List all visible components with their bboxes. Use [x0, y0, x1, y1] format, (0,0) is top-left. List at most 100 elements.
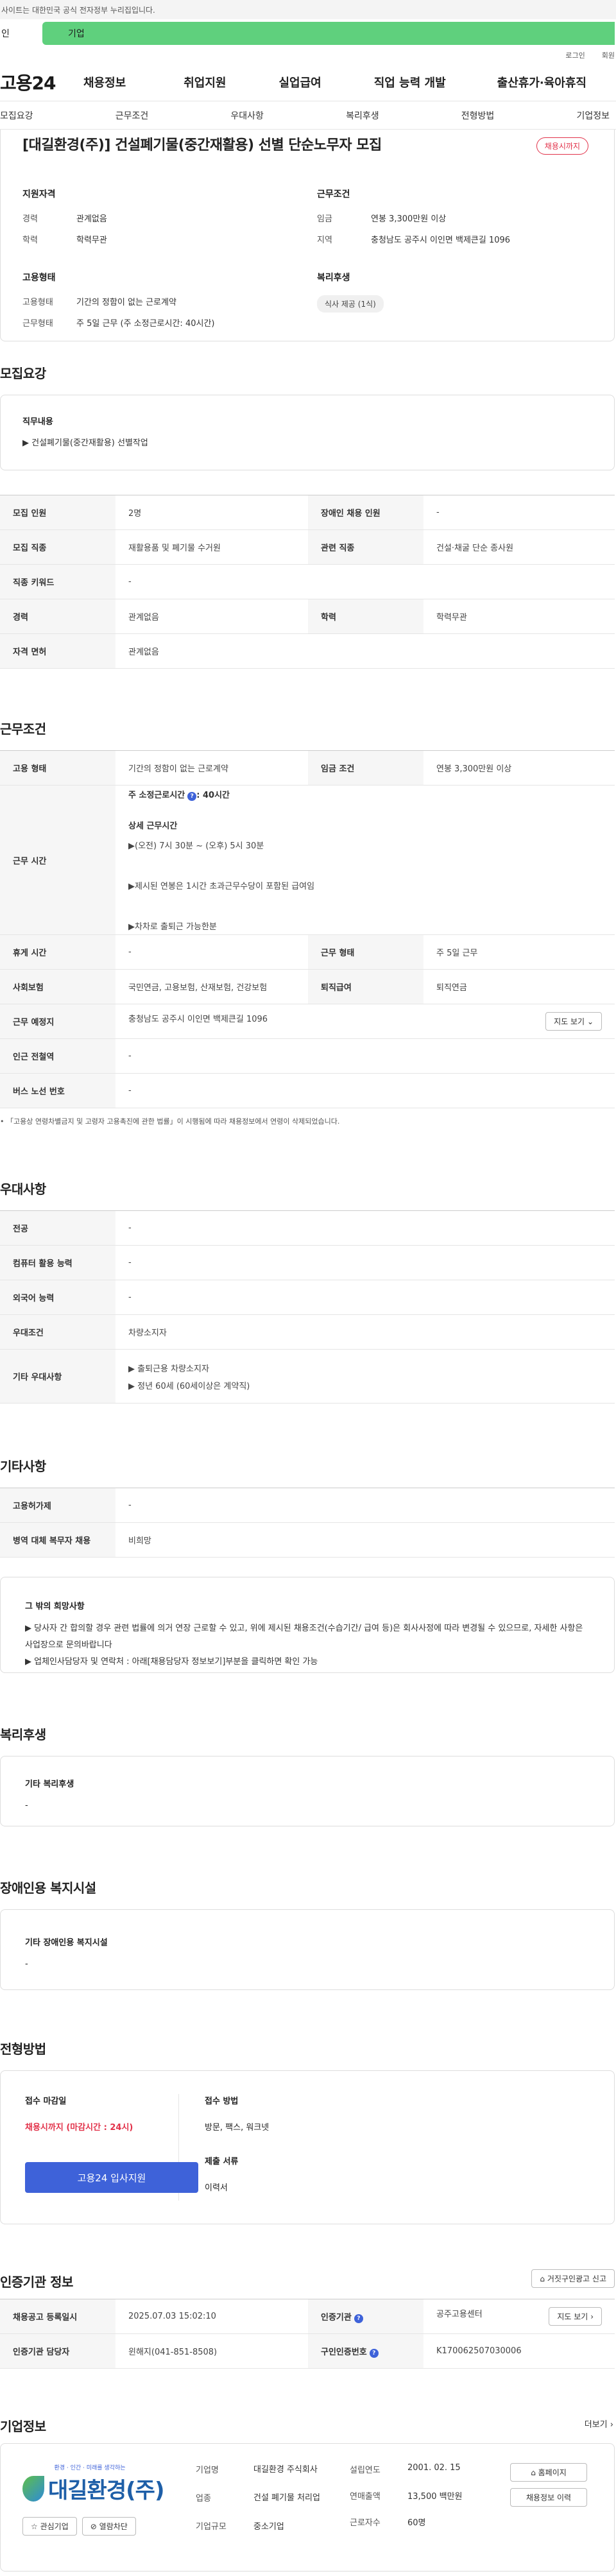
table-row: 버스 노선 번호 - — [0, 1073, 615, 1108]
table-header: 고용허가제 — [0, 1488, 116, 1523]
agency-map-button[interactable]: 지도 보기 › — [549, 2307, 602, 2326]
table-cell: - — [116, 1280, 615, 1315]
login-link[interactable]: 로그인 — [565, 50, 585, 60]
other-wishes-box: 그 밖의 희망사항 ▶ 당사자 간 합의할 경우 관련 법률에 의거 연장 근로… — [0, 1577, 615, 1673]
help-icon[interactable]: ? — [187, 792, 197, 801]
tab-company[interactable]: 기업정보 — [576, 109, 610, 122]
age-note: • 「고용상 연령차별금지 및 고령자 고용촉진에 관한 법률」이 시행됨에 따… — [0, 1117, 340, 1126]
docs-value: 이력서 — [205, 2183, 228, 2193]
homepage-label: 홈페이지 — [538, 2468, 567, 2477]
table-header: 병역 대체 복무자 채용 — [0, 1522, 116, 1558]
detail-time-line: ▶(오전) 7시 30분 ~ (오후) 5시 30분 — [128, 841, 264, 851]
company-info-col-2: 설립연도 2001. 02. 15 연매출액 13,500 백만원 근로자수 60명 — [350, 2463, 504, 2552]
job-summary-card: [대길환경(주)] 건설폐기물(중간재활용) 선별 단순노무자 모집 채용시까지… — [0, 130, 615, 341]
company-info-grid: 기업명 대길환경 주식회사 업종 건설 폐기물 처리업 기업규모 중소기업 설립연도 2… — [196, 2463, 504, 2552]
staff-label: 근로자수 — [350, 2518, 381, 2528]
site-logo[interactable]: 고용24 — [0, 69, 77, 95]
table-header: 사회보험 — [0, 969, 116, 1004]
duty-heading: 직무내용 — [22, 417, 53, 427]
tab-conditions[interactable]: 근무조건 — [116, 109, 149, 122]
gnb-item-unemployment-benefit[interactable]: 실업급여 — [279, 74, 321, 90]
education-label: 학력 — [22, 236, 38, 245]
tab-process[interactable]: 전형방법 — [461, 109, 495, 122]
table-header: 채용공고 등록일시 — [0, 2299, 116, 2334]
table-header: 장애인 채용 인원 — [308, 495, 424, 530]
table-row: 모집 인원 2명 장애인 채용 인원 - — [0, 495, 615, 530]
wage-label: 임금 — [317, 214, 332, 224]
preferences-table: 전공 - 컴퓨터 활용 능력 - 외국어 능력 - 우대조건 차량소지자 기타 우대사항… — [0, 1210, 615, 1404]
table-row: 경력 관계없음 학력 학력무관 — [0, 599, 615, 634]
table-header: 근무 형태 — [308, 934, 424, 970]
block-label: 열람차단 — [99, 2522, 128, 2531]
other-pref-line: ▶ 정년 60세 (60세이상은 계약직) — [128, 1381, 250, 1391]
conditions-section-title: 근무조건 — [0, 721, 46, 737]
conditions-table: 고용 형태 기간의 정함이 없는 근로계약 임금 조건 연봉 3,300만원 이상 근… — [0, 750, 615, 1108]
worktime-cell: 주 소정근로시간?: 40시간 상세 근무시간 ▶(오전) 7시 30분 ~ (… — [116, 785, 615, 935]
conditions-heading: 근무조건 — [317, 189, 350, 200]
tab-business-label: 기업 — [68, 29, 85, 39]
tab-recruit[interactable]: 모집요강 — [0, 109, 33, 122]
tab-individual[interactable]: 인 — [0, 22, 10, 45]
logo-tagline: 환경 · 인간 · 미래를 생각하는 — [54, 2465, 126, 2471]
emptype-label: 고용형태 — [22, 298, 53, 307]
logo-wordmark: 대길환경(주) — [48, 2478, 164, 2503]
help-icon[interactable]: ? — [369, 2348, 379, 2358]
company-more-link[interactable]: 더보기 › — [585, 2417, 613, 2430]
more-label: 더보기 — [584, 2420, 608, 2430]
founded-value: 2001. 02. 15 — [407, 2463, 461, 2473]
gnb-item-jobs[interactable]: 채용정보 — [83, 74, 126, 90]
table-cell: - — [116, 1210, 615, 1246]
table-row: 컴퓨터 활용 능력 - — [0, 1245, 615, 1280]
table-row: 고용허가제 - — [0, 1488, 615, 1523]
table-row: 휴게 시간 - 근무 형태 주 5일 근무 — [0, 934, 615, 970]
gnb-item-employment-support[interactable]: 취업지원 — [184, 74, 226, 90]
company-logo-col: 환경 · 인간 · 미래를 생각하는 대길환경(주) ☆ 관심기업 ⊘ 열람차단 — [22, 2463, 170, 2552]
favorite-company-button[interactable]: ☆ 관심기업 — [22, 2517, 77, 2536]
other-wishes-line: ▶ 업체인사담당자 및 연락처 : 아래[채용담당자 정보보기]부분을 클릭하면… — [25, 1657, 318, 1667]
help-icon[interactable]: ? — [354, 2314, 363, 2323]
block-view-button[interactable]: ⊘ 열람차단 — [81, 2517, 136, 2536]
place-value: 충청남도 공주시 이인면 백제큰길 1096 — [128, 1015, 268, 1024]
table-cell: - — [116, 1073, 615, 1108]
other-wishes-heading: 그 밖의 희망사항 — [25, 1602, 85, 1611]
table-header: 모집 인원 — [0, 495, 116, 530]
table-cell: 비희망 — [116, 1522, 615, 1558]
staff-value: 60명 — [407, 2518, 426, 2528]
company-info-col-1: 기업명 대길환경 주식회사 업종 건설 폐기물 처리업 기업규모 중소기업 — [196, 2463, 350, 2552]
career-value: 관계없음 — [76, 214, 107, 224]
gnb-item-job-training[interactable]: 직업 능력 개발 — [374, 74, 446, 90]
deadline-heading: 접수 마감일 — [25, 2097, 67, 2106]
block-icon: ⊘ — [90, 2522, 97, 2531]
duty-text: ▶ 건설폐기물(중간재활용) 선별작업 — [22, 438, 148, 448]
tab-welfare[interactable]: 복리후생 — [346, 109, 379, 122]
join-link[interactable]: 회원 — [602, 50, 615, 60]
report-button-label: 거짓구인광고 신고 — [547, 2274, 606, 2283]
tab-preferences[interactable]: 우대사항 — [230, 109, 264, 122]
table-cell: K170062507030006 — [424, 2333, 615, 2369]
report-button[interactable]: ⌂ 거짓구인광고 신고 — [531, 2269, 615, 2288]
gov-notice-text: 사이트는 대한민국 공식 전자정부 누리집입니다. — [1, 5, 155, 15]
disabled-box: 기타 장애인용 복지시설 - — [0, 1909, 615, 1990]
preferences-section-title: 우대사항 — [0, 1181, 46, 1197]
table-header: 퇴직급여 — [308, 969, 424, 1004]
tab-business[interactable]: 기업 — [42, 22, 615, 45]
sales-label: 연매출액 — [350, 2492, 381, 2502]
education-value: 학력무관 — [76, 236, 107, 245]
deadline-value: 채용시까지 (마감시간 : 24시) — [25, 2123, 133, 2133]
tab-individual-label: 인 — [1, 29, 10, 39]
table-header: 인증기관? — [308, 2299, 424, 2334]
section-tabs: 모집요강 근무조건 우대사항 복리후생 전형방법 기업정보 — [0, 101, 616, 130]
agency-section-title: 인증기관 정보 — [0, 2274, 73, 2290]
map-button[interactable]: 지도 보기 ⌄ — [545, 1012, 602, 1031]
apply-button[interactable]: 고용24 입사지원 — [25, 2162, 198, 2193]
table-row: 인근 전철역 - — [0, 1038, 615, 1074]
table-header: 경력 — [0, 599, 116, 634]
star-icon: ☆ — [31, 2522, 38, 2531]
homepage-button[interactable]: ⌂ 홈페이지 — [510, 2463, 587, 2482]
agency-table: 채용공고 등록일시 2025.07.03 15:02:10 인증기관? 공주고용센터 지… — [0, 2299, 615, 2369]
company-card: 환경 · 인간 · 미래를 생각하는 대길환경(주) ☆ 관심기업 ⊘ 열람차단… — [0, 2443, 615, 2572]
history-button[interactable]: 채용정보 이력 — [510, 2488, 587, 2507]
table-cell: - — [116, 934, 308, 970]
scale-value: 중소기업 — [253, 2522, 284, 2532]
gnb-item-parental-leave[interactable]: 출산휴가·육아휴직 — [497, 74, 586, 90]
